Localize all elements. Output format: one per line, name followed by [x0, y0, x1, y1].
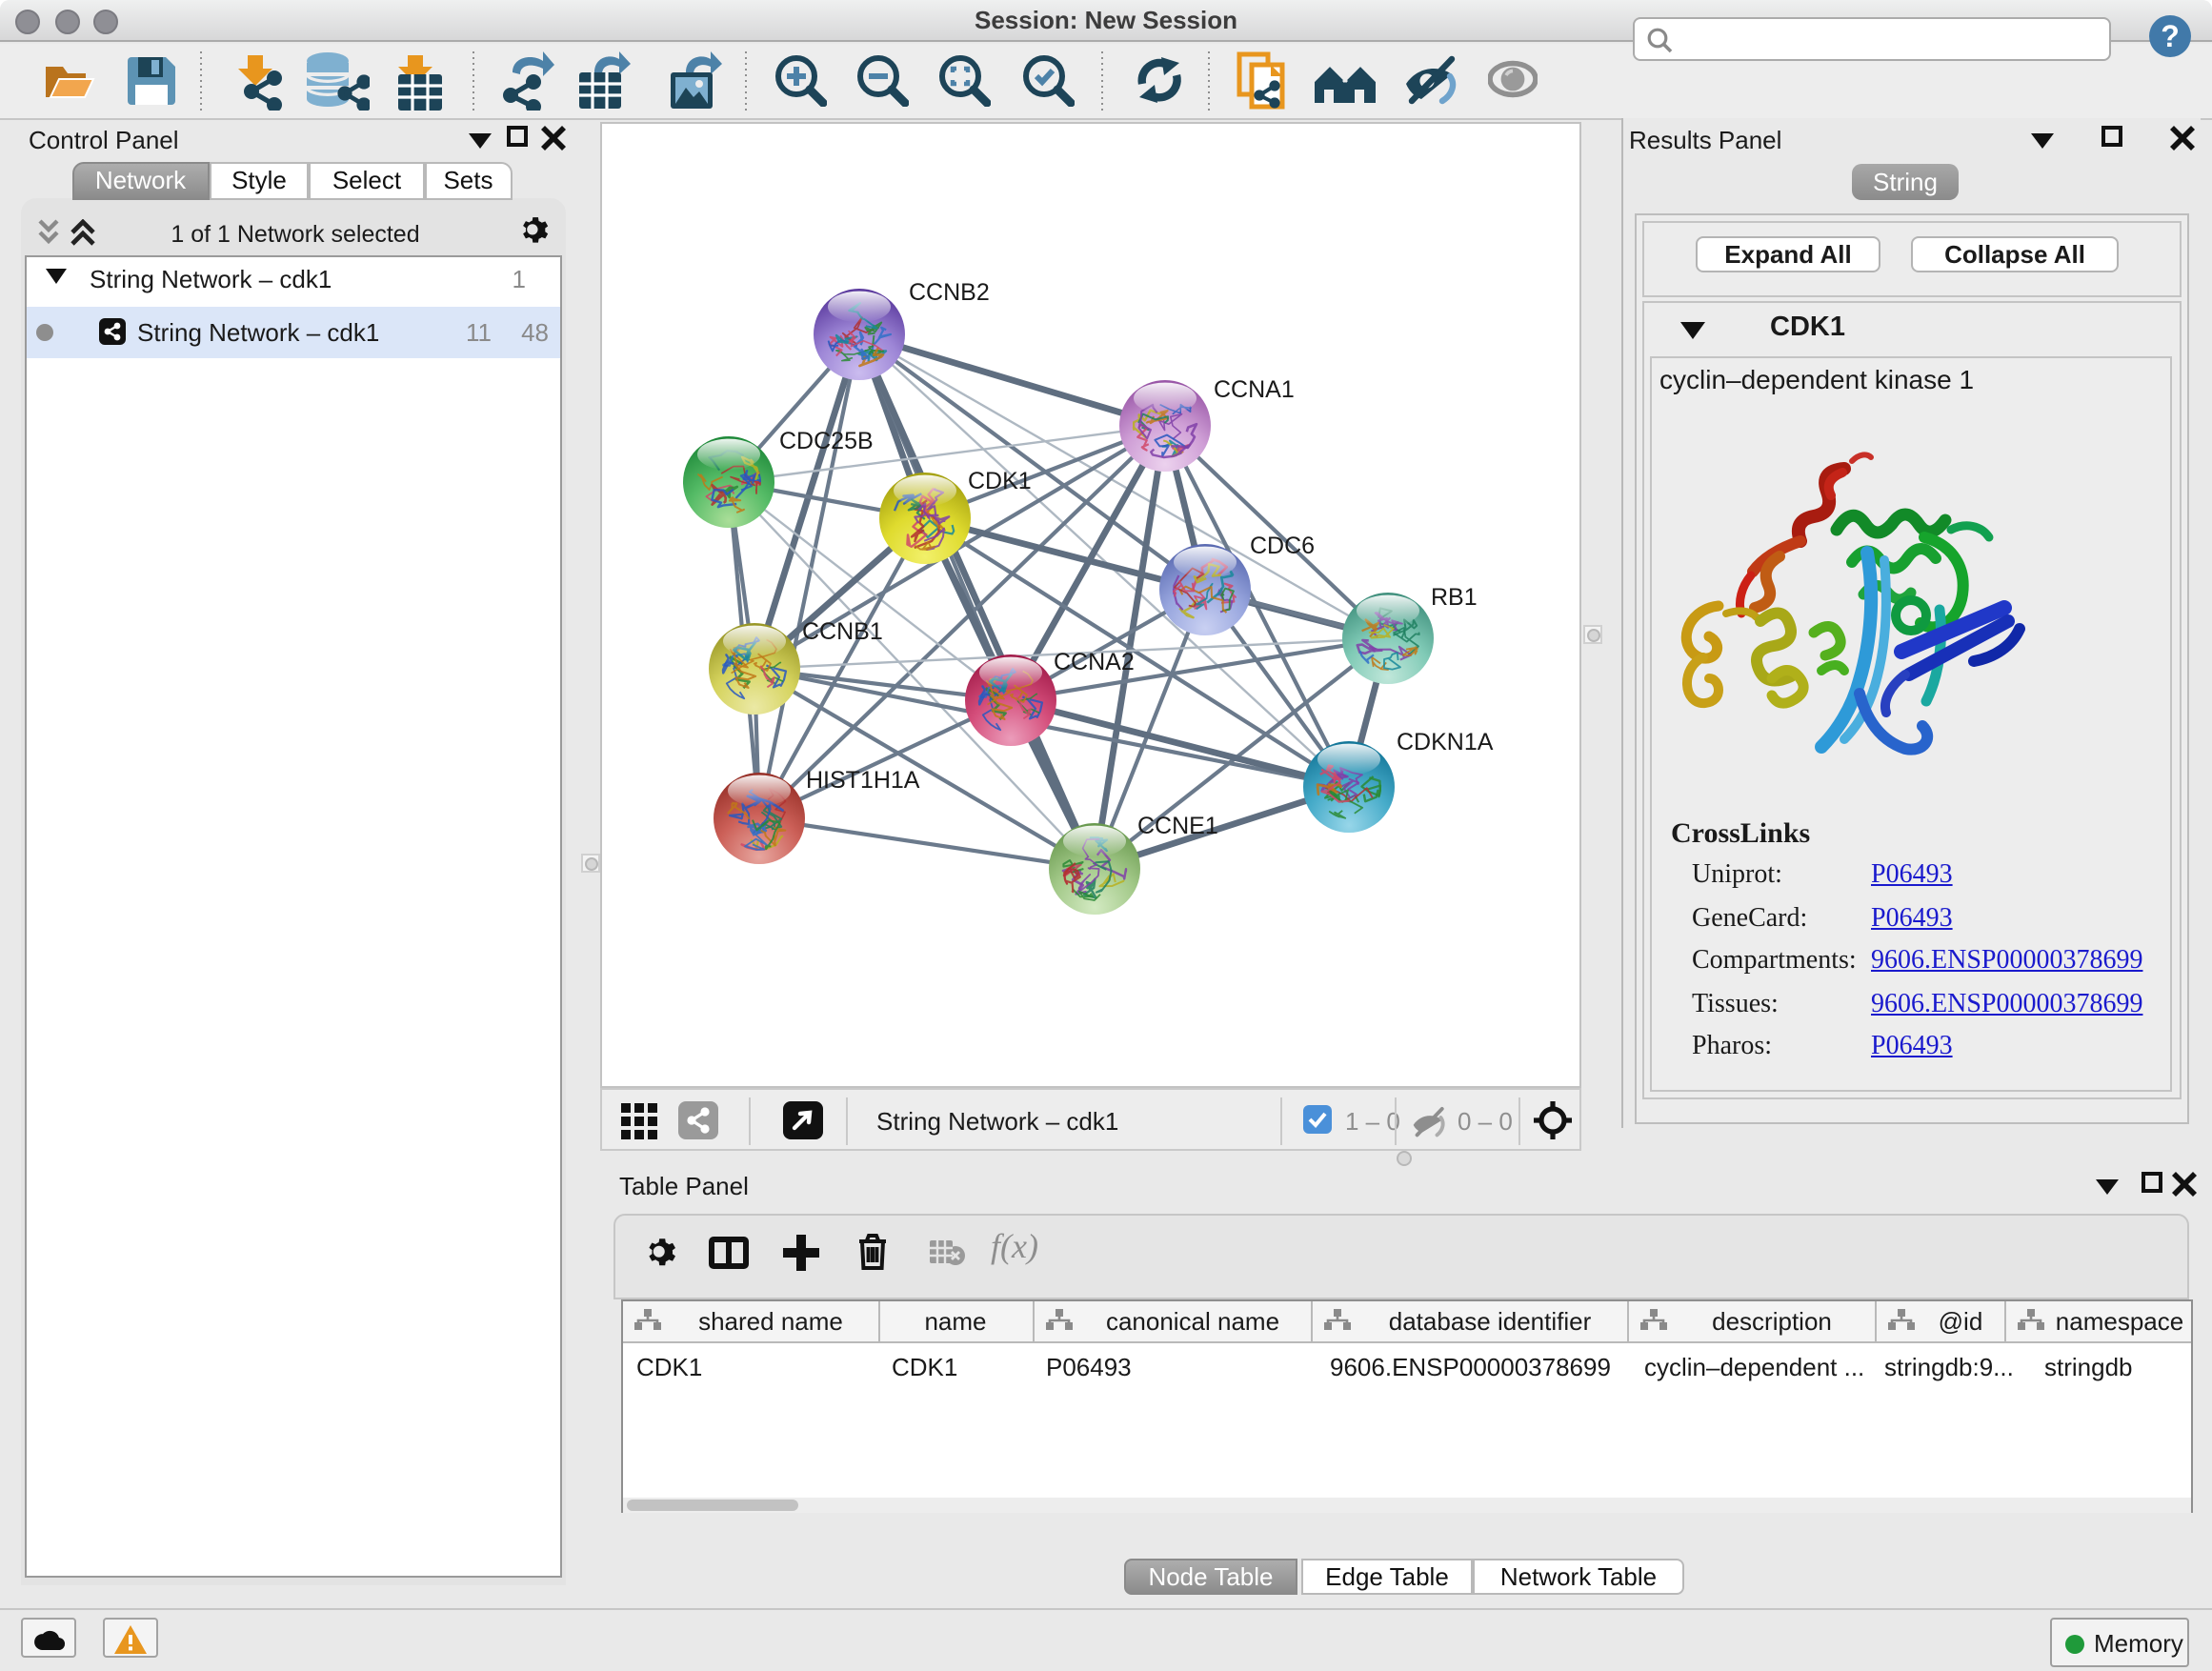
svg-text:CCNA1: CCNA1 [1214, 375, 1295, 402]
svg-text:CCNA2: CCNA2 [1054, 648, 1135, 674]
svg-text:CDC6: CDC6 [1250, 532, 1315, 558]
svg-text:CDC25B: CDC25B [779, 427, 874, 453]
svg-text:?: ? [2161, 19, 2180, 53]
svg-text:RB1: RB1 [1431, 583, 1478, 610]
svg-text:CCNB2: CCNB2 [909, 278, 990, 305]
svg-text:CCNE1: CCNE1 [1137, 812, 1218, 838]
svg-text:CDK1: CDK1 [968, 467, 1032, 493]
svg-text:CCNB1: CCNB1 [802, 617, 883, 644]
svg-text:CDKN1A: CDKN1A [1397, 728, 1494, 755]
svg-text:HIST1H1A: HIST1H1A [806, 766, 920, 793]
